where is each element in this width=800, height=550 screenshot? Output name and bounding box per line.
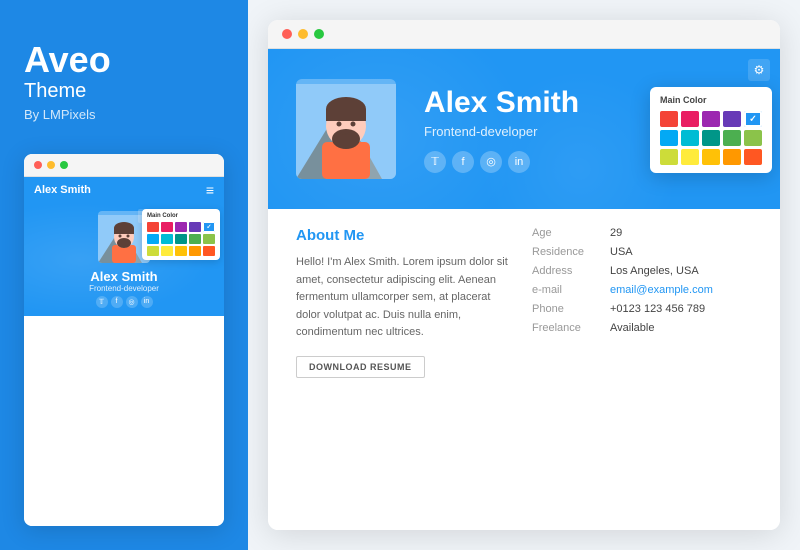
about-title: About Me xyxy=(296,227,508,244)
big-close-dot xyxy=(282,29,292,39)
mini-color-cell-0[interactable] xyxy=(147,222,159,232)
mini-color-cell-6[interactable] xyxy=(161,234,173,244)
info-row-2: Address Los Angeles, USA xyxy=(532,265,752,277)
mini-color-cell-2[interactable] xyxy=(175,222,187,232)
mini-close-dot xyxy=(34,161,42,169)
mini-hero-role: Frontend-developer xyxy=(89,284,159,293)
big-gear-button[interactable]: ⚙ xyxy=(748,59,770,81)
mini-twitter-icon[interactable]: 𝕋 xyxy=(96,296,108,308)
mini-linkedin-icon[interactable]: in xyxy=(141,296,153,308)
big-cp-grid xyxy=(660,111,762,165)
info-value-2: Los Angeles, USA xyxy=(610,265,699,277)
big-linkedin-icon[interactable]: in xyxy=(508,151,530,173)
mini-browser-bar xyxy=(24,154,224,177)
big-color-cell-1[interactable] xyxy=(681,111,699,127)
about-text: Hello! I'm Alex Smith. Lorem ipsum dolor… xyxy=(296,254,508,342)
info-row-3: e-mail email@example.com xyxy=(532,284,752,296)
mini-color-cell-13[interactable] xyxy=(189,246,201,256)
left-panel: Aveo Theme By LMPixels Alex Smith ≡ xyxy=(0,0,248,550)
mini-minimize-dot xyxy=(47,161,55,169)
mini-cp-grid: ✓ xyxy=(147,222,215,256)
mini-browser: Alex Smith ≡ xyxy=(24,154,224,526)
mini-nav: Alex Smith ≡ xyxy=(24,177,224,203)
info-value-3[interactable]: email@example.com xyxy=(610,284,713,296)
mini-color-cell-9[interactable] xyxy=(203,234,215,244)
info-row-0: Age 29 xyxy=(532,227,752,239)
mini-hamburger-icon[interactable]: ≡ xyxy=(206,183,214,197)
mini-facebook-icon[interactable]: f xyxy=(111,296,123,308)
big-color-cell-10[interactable] xyxy=(660,149,678,165)
big-color-cell-8[interactable] xyxy=(723,130,741,146)
mini-hero-name: Alex Smith xyxy=(90,269,157,284)
mini-nav-name: Alex Smith xyxy=(34,184,91,196)
big-cp-title: Main Color xyxy=(660,95,762,105)
info-label-2: Address xyxy=(532,265,602,277)
brand-subtitle: Theme xyxy=(24,80,224,103)
about-title-accent: Me xyxy=(343,227,364,244)
big-color-cell-3[interactable] xyxy=(723,111,741,127)
about-right: Age 29 Residence USA Address Los Angeles, USA… xyxy=(532,227,752,512)
big-maximize-dot xyxy=(314,29,324,39)
big-color-cell-2[interactable] xyxy=(702,111,720,127)
big-color-cell-5[interactable] xyxy=(660,130,678,146)
big-instagram-icon[interactable]: ◎ xyxy=(480,151,502,173)
big-about: About Me Hello! I'm Alex Smith. Lorem ip… xyxy=(268,209,780,530)
big-color-cell-4[interactable] xyxy=(744,111,762,127)
info-value-1: USA xyxy=(610,246,633,258)
mini-color-cell-14[interactable] xyxy=(203,246,215,256)
mini-maximize-dot xyxy=(60,161,68,169)
info-label-0: Age xyxy=(532,227,602,239)
info-value-4: +0123 123 456 789 xyxy=(610,303,705,315)
big-browser-body: Alex Smith Frontend-developer 𝕋 f ◎ in ⚙… xyxy=(268,49,780,530)
big-color-cell-0[interactable] xyxy=(660,111,678,127)
mini-hero: ⚙ Main Color ✓ Alex Smith Frontend-devel… xyxy=(24,203,224,316)
mini-color-cell-12[interactable] xyxy=(175,246,187,256)
mini-color-cell-1[interactable] xyxy=(161,222,173,232)
mini-color-cell-4[interactable]: ✓ xyxy=(203,222,215,232)
about-title-plain: About xyxy=(296,227,343,244)
mini-color-cell-11[interactable] xyxy=(161,246,173,256)
mini-color-cell-3[interactable] xyxy=(189,222,201,232)
big-avatar xyxy=(296,79,396,179)
info-label-4: Phone xyxy=(532,303,602,315)
big-color-picker: Main Color xyxy=(650,87,772,173)
info-row-1: Residence USA xyxy=(532,246,752,258)
mini-cp-title: Main Color xyxy=(147,213,215,219)
big-color-cell-7[interactable] xyxy=(702,130,720,146)
info-label-3: e-mail xyxy=(532,284,602,296)
big-color-cell-11[interactable] xyxy=(681,149,699,165)
download-resume-button[interactable]: DOWNLOAD RESUME xyxy=(296,356,425,378)
info-label-5: Freelance xyxy=(532,322,602,334)
big-color-cell-14[interactable] xyxy=(744,149,762,165)
mini-social: 𝕋 f ◎ in xyxy=(96,296,153,308)
big-hero: Alex Smith Frontend-developer 𝕋 f ◎ in ⚙… xyxy=(268,49,780,209)
brand-by: By LMPixels xyxy=(24,107,224,122)
brand-title: Aveo xyxy=(24,40,224,80)
big-color-cell-12[interactable] xyxy=(702,149,720,165)
info-label-1: Residence xyxy=(532,246,602,258)
mini-color-cell-5[interactable] xyxy=(147,234,159,244)
big-browser-bar xyxy=(268,20,780,49)
mini-color-picker: Main Color ✓ xyxy=(142,209,220,260)
info-row-4: Phone +0123 123 456 789 xyxy=(532,303,752,315)
info-row-5: Freelance Available xyxy=(532,322,752,334)
info-value-5: Available xyxy=(610,322,654,334)
mini-browser-body: Alex Smith ≡ xyxy=(24,177,224,526)
big-browser: Alex Smith Frontend-developer 𝕋 f ◎ in ⚙… xyxy=(268,20,780,530)
right-panel: Alex Smith Frontend-developer 𝕋 f ◎ in ⚙… xyxy=(248,0,800,550)
big-minimize-dot xyxy=(298,29,308,39)
mini-color-cell-7[interactable] xyxy=(175,234,187,244)
about-left: About Me Hello! I'm Alex Smith. Lorem ip… xyxy=(296,227,508,512)
big-color-cell-9[interactable] xyxy=(744,130,762,146)
mini-color-cell-8[interactable] xyxy=(189,234,201,244)
big-twitter-icon[interactable]: 𝕋 xyxy=(424,151,446,173)
big-color-cell-6[interactable] xyxy=(681,130,699,146)
big-color-cell-13[interactable] xyxy=(723,149,741,165)
big-facebook-icon[interactable]: f xyxy=(452,151,474,173)
mini-color-cell-10[interactable] xyxy=(147,246,159,256)
mini-instagram-icon[interactable]: ◎ xyxy=(126,296,138,308)
info-value-0: 29 xyxy=(610,227,622,239)
